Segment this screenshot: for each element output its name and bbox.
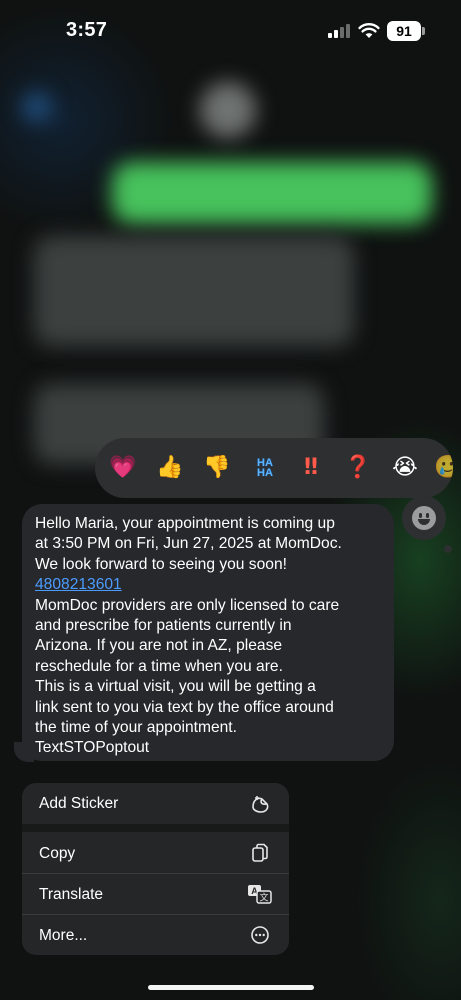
sticker-icon	[252, 796, 269, 813]
reaction-bar-tail-dot	[444, 545, 452, 553]
message-text: We look forward to seeing you soon!	[35, 555, 287, 573]
ellipsis-circle-icon	[251, 926, 269, 944]
message-text: This is a virtual visit, you will be get…	[35, 678, 316, 696]
message-text: the time of your appointment.	[35, 719, 237, 737]
blurred-sent-message	[112, 162, 432, 224]
message-bubble[interactable]: Hello Maria, your appointment is coming …	[22, 504, 394, 761]
cellular-signal-icon	[328, 24, 352, 38]
translate-menu-item[interactable]: Translate A 文	[22, 874, 289, 914]
menu-divider	[22, 824, 289, 832]
message-text: Arizona. If you are not in AZ, please	[35, 637, 283, 655]
phone-number-link[interactable]: 4808213601	[35, 575, 382, 595]
svg-text:文: 文	[259, 892, 268, 904]
message-text: MomDoc providers are only licensed to ca…	[35, 596, 340, 614]
message-text: reschedule for a time when you are.	[35, 657, 283, 675]
blurred-contact-avatar	[200, 82, 256, 138]
message-text: and prescribe for patients currently in	[35, 617, 292, 635]
more-reactions-icon[interactable]: 🥲	[432, 452, 453, 484]
thumbs-down-reaction-icon[interactable]: 👎	[201, 452, 233, 484]
menu-item-label: More...	[39, 927, 88, 944]
message-text: Hello Maria, your appointment is coming …	[35, 515, 335, 532]
menu-item-label: Translate	[39, 886, 104, 903]
exclamation-reaction-icon[interactable]: ‼	[295, 452, 327, 484]
copy-menu-item[interactable]: Copy	[22, 832, 289, 873]
menu-item-label: Add Sticker	[39, 795, 119, 812]
wifi-icon	[358, 23, 380, 38]
message-text: link sent to you via text by the office …	[35, 698, 334, 716]
more-menu-item[interactable]: More...	[22, 915, 289, 955]
home-indicator[interactable]	[148, 985, 314, 990]
battery-level: 91	[387, 21, 421, 41]
battery-cap-icon	[422, 27, 425, 35]
translate-icon: A 文	[248, 885, 272, 904]
message-text: at 3:50 PM on Fri, Jun 27, 2025 at MomDo…	[35, 535, 342, 553]
blurred-received-message	[34, 236, 354, 346]
status-bar: 3:57 91	[0, 0, 461, 62]
emoji-reaction-icon[interactable]	[412, 506, 436, 530]
message-text: TextSTOPoptout	[35, 739, 150, 757]
thumbs-up-reaction-icon[interactable]: 👍	[154, 452, 186, 484]
copy-icon	[252, 843, 268, 862]
crying-reaction-icon[interactable]: 😭	[389, 452, 421, 484]
heart-reaction-icon[interactable]: 💗	[107, 452, 139, 484]
blurred-back-button	[22, 92, 52, 122]
tapback-reaction-bar: 💗 👍 👎 HA HA ‼ ❓ 😭 🥲	[95, 438, 453, 498]
menu-item-label: Copy	[39, 845, 76, 862]
context-menu: Add Sticker Copy Translate A 文 More...	[22, 783, 289, 955]
status-time: 3:57	[66, 19, 108, 41]
add-sticker-menu-item[interactable]: Add Sticker	[22, 783, 289, 824]
question-reaction-icon[interactable]: ❓	[342, 452, 374, 484]
haha-reaction-icon[interactable]: HA HA	[249, 452, 281, 484]
